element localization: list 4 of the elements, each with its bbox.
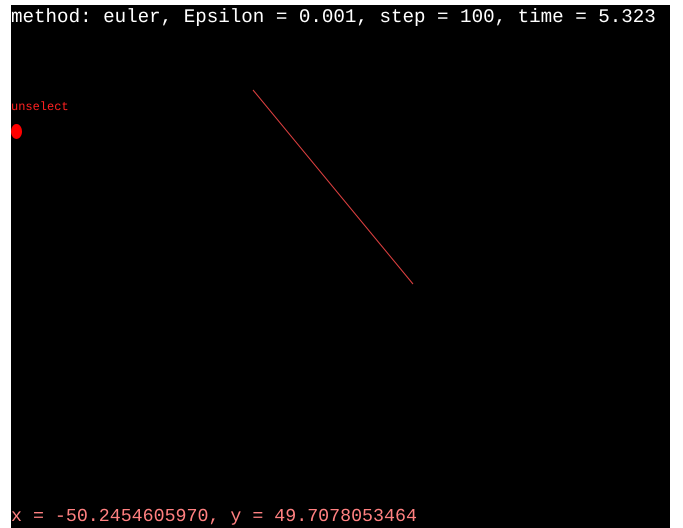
coordinates-text: x = -50.2454605970, y = 49.7078053464 <box>11 506 418 528</box>
unselect-label[interactable]: unselect <box>11 100 69 114</box>
point-marker[interactable] <box>11 124 22 139</box>
status-text: method: euler, Epsilon = 0.001, step = 100, time = 5.323 <box>11 6 657 28</box>
